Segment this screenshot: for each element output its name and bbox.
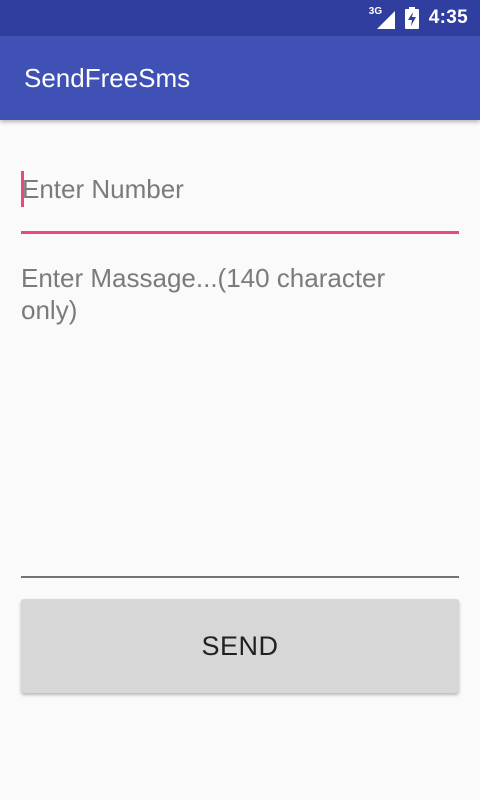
status-icons: 3G 4:35 — [369, 0, 468, 36]
clock: 4:35 — [428, 7, 468, 28]
send-button[interactable]: SEND — [21, 599, 459, 693]
battery-icon — [404, 7, 419, 29]
number-input[interactable]: Enter Number — [21, 160, 459, 234]
app-title: SendFreeSms — [24, 63, 191, 93]
message-input-placeholder: Enter Massage...(140 character only) — [21, 263, 386, 325]
message-input[interactable]: Enter Massage...(140 character only) — [21, 258, 459, 578]
app-bar: SendFreeSms — [0, 36, 480, 120]
message-input-underline — [21, 576, 459, 578]
number-input-placeholder: Enter Number — [22, 174, 184, 204]
number-input-underline — [21, 231, 459, 234]
network-indicator: 3G — [369, 6, 395, 29]
signal-icon — [376, 11, 395, 29]
status-bar: 3G 4:35 — [0, 0, 480, 36]
